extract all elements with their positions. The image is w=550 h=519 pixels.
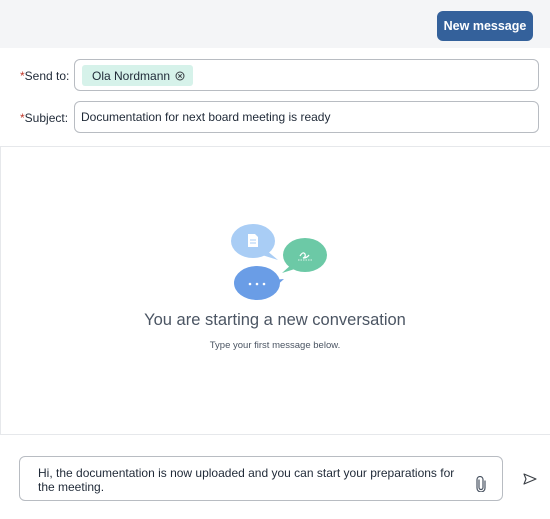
- top-bar: New message: [0, 0, 550, 48]
- header-divider: [0, 146, 550, 147]
- paperclip-icon[interactable]: [476, 476, 486, 492]
- subject-value: Documentation for next board meeting is …: [81, 110, 331, 124]
- subject-label: *Subject:: [20, 111, 68, 125]
- document-bubble-icon: [231, 224, 278, 260]
- recipient-chip: Ola Nordmann: [82, 65, 194, 86]
- subject-label-text: Subject:: [24, 111, 69, 125]
- send-icon[interactable]: [523, 473, 537, 485]
- conversation-illustration: [231, 224, 327, 300]
- send-to-label: *Send to:: [20, 69, 69, 83]
- composer-divider: [0, 434, 550, 435]
- close-circle-icon[interactable]: [174, 70, 185, 81]
- recipients-field[interactable]: Ola Nordmann: [74, 59, 539, 91]
- signature-bubble-icon: [282, 238, 327, 273]
- recipient-chip-name: Ola Nordmann: [92, 68, 171, 83]
- typing-bubble-icon: [234, 266, 284, 300]
- empty-state-subtitle: Type your first message below.: [209, 340, 341, 351]
- send-to-row: *Send to: Ola Nordmann: [0, 59, 550, 93]
- new-message-button[interactable]: New message: [437, 11, 533, 41]
- message-text: Hi, the documentation is now uploaded an…: [38, 466, 455, 494]
- send-to-label-text: Send to:: [24, 69, 70, 83]
- message-input[interactable]: Hi, the documentation is now uploaded an…: [19, 456, 503, 501]
- left-border: [0, 146, 1, 434]
- subject-row: *Subject: Documentation for next board m…: [0, 101, 550, 135]
- empty-state-title: You are starting a new conversation: [144, 311, 406, 329]
- subject-input[interactable]: Documentation for next board meeting is …: [74, 101, 539, 133]
